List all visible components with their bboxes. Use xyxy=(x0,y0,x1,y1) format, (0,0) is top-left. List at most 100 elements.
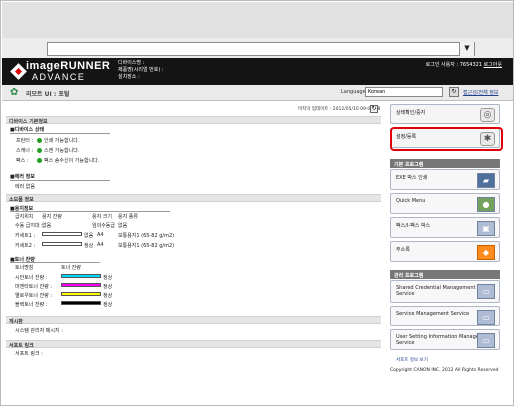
toner-name: 시안토너 잔량 : xyxy=(15,275,48,281)
login-user-text: 로그인 사용자 : 7654321 xyxy=(425,62,482,68)
paper-header-size: 용지 크기 xyxy=(92,214,112,220)
paper-remaining-value: 없음 xyxy=(84,233,94,239)
settings-registration-button[interactable]: 설정/등록 ✱ xyxy=(390,128,500,148)
address-dropdown-icon[interactable]: ▼ xyxy=(459,42,474,56)
toner-header-name: 토너명칭 xyxy=(15,265,34,271)
scanner-status-label: 스캐너 : xyxy=(16,148,34,154)
exe-box-print-item[interactable]: EXE 박스 인쇄 ▰ xyxy=(390,169,500,190)
paper-size-value: A4 xyxy=(97,242,104,248)
paper-size-value: 임의수동급 xyxy=(92,223,116,229)
settings-registration-label: 설정/등록 xyxy=(396,134,417,140)
paper-type-value: 없음 xyxy=(118,223,128,229)
printer-status-label: 프린터 : xyxy=(16,138,34,144)
refresh-icon[interactable]: ↻ xyxy=(370,105,378,113)
device-info: 디바이스명 : 제품명(시리얼 번호) : 설치장소 : xyxy=(118,60,164,81)
toner-status: 정상 xyxy=(103,275,113,281)
support-info-link[interactable]: 서포트 정보 보기 xyxy=(396,357,428,363)
exe-box-print-label: EXE 박스 인쇄 xyxy=(396,175,428,181)
last-updated: 마지막 업데이트 : 2012/05/10 09:00:28 xyxy=(298,107,381,112)
address-book-icon: ◆ xyxy=(477,245,495,260)
paper-size-value: A4 xyxy=(97,232,104,238)
consumables-header: 소모품 정보 xyxy=(6,194,381,203)
paper-level-bar xyxy=(42,242,82,246)
toner-name: 마젠타토너 잔량 : xyxy=(15,284,53,290)
service-icon: ▭ xyxy=(477,310,495,325)
service-management-label: Service Management Service xyxy=(396,311,470,317)
paper-source-label: 카세트1 : xyxy=(15,233,36,239)
language-select[interactable]: Korean xyxy=(365,87,443,97)
paper-header-type: 용지 종류 xyxy=(118,214,138,220)
status-ok-icon xyxy=(37,138,42,143)
user-setting-management-item[interactable]: User Setting Information Management Serv… xyxy=(390,329,500,350)
fax-box-item[interactable]: 팩스/I-팩스 박스 ▣ xyxy=(390,217,500,238)
paper-source-label: 수동 급지대 : xyxy=(15,223,43,229)
brand-subtitle: ADVANCE xyxy=(32,72,86,82)
magenta-toner-bar xyxy=(61,283,101,287)
address-book-item[interactable]: 주소록 ◆ xyxy=(390,241,500,262)
people-icon: ● xyxy=(477,197,495,212)
service-icon: ▭ xyxy=(477,333,495,348)
address-bar[interactable] xyxy=(47,42,475,56)
portal-bar: ✿ 리모트 UI : 포털 Language: Korean ↻ 접근성/전체 … xyxy=(2,85,513,101)
printer-icon: ▰ xyxy=(477,173,495,188)
paper-source-label: 카세트2 : xyxy=(15,243,36,249)
status-ok-icon xyxy=(37,148,42,153)
error-text: 에러 없음 xyxy=(15,184,35,190)
quick-menu-label: Quick Menu xyxy=(396,198,426,204)
notice-header: 게시판 xyxy=(6,316,381,325)
shared-credential-service-item[interactable]: Shared Credential Management Service ▭ xyxy=(390,280,500,303)
divider xyxy=(10,133,110,134)
toner-status: 정상 xyxy=(103,284,113,290)
support-text: 서포트 링크 : xyxy=(15,351,43,357)
status-monitor-label: 상태확인/중지 xyxy=(396,110,426,116)
paper-remaining-value: 정상 xyxy=(84,243,94,249)
toner-header-remaining: 토너 잔량 xyxy=(61,265,81,271)
status-monitor-button[interactable]: 상태확인/중지 ◎ xyxy=(390,104,500,124)
fax-box-label: 팩스/I-팩스 박스 xyxy=(396,223,431,229)
paper-type-value: 보통용지1 (65-82 g/m2) xyxy=(118,243,175,249)
scanner-status-value: 스캔 가능합니다. xyxy=(37,147,79,154)
toner-status: 정상 xyxy=(103,302,113,308)
browser-toolbar xyxy=(2,2,513,38)
location-label: 설치장소 : xyxy=(118,74,140,80)
paper-header-source: 급지위치 xyxy=(15,214,34,220)
notice-text: 시스템 관리자 메시지 : xyxy=(15,328,63,334)
yellow-toner-bar xyxy=(61,292,101,296)
paper-level-bar xyxy=(42,232,82,236)
quick-menu-item[interactable]: Quick Menu ● xyxy=(390,193,500,214)
logout-link[interactable]: 로그아웃 xyxy=(484,62,502,68)
accessibility-link[interactable]: 접근성/전체 정보 xyxy=(463,89,498,96)
management-programs-header: 관리 프로그램 xyxy=(390,270,500,279)
status-ok-icon xyxy=(37,158,42,163)
cyan-toner-bar xyxy=(61,274,101,278)
paper-type-value: 보통용지1 (65-82 g/m2) xyxy=(118,233,175,239)
printer-status-value: 인쇄 가능합니다. xyxy=(37,137,79,144)
toner-name: 옐로우토너 잔량 : xyxy=(15,293,53,299)
sidebar: 상태확인/중지 ◎ 설정/등록 ✱ 기본 프로그램 EXE 박스 인쇄 ▰ Qu… xyxy=(390,102,508,392)
browser-window: ▼ imageRUNNER ADVANCE 디바이스명 : 제품명(시리얼 번호… xyxy=(0,0,514,406)
device-status-title: ■디바이스 상태 xyxy=(10,127,45,133)
divider xyxy=(10,180,110,181)
login-info: 로그인 사용자 : 7654321 로그아웃 xyxy=(426,61,502,68)
fax-status-value: 팩스 송수신이 가능합니다. xyxy=(37,157,99,164)
copyright: Copyright CANON INC. 2012 All Rights Res… xyxy=(390,368,499,373)
paper-header-remaining: 용지 잔량 xyxy=(42,214,62,220)
support-header: 서포트 링크 xyxy=(6,340,381,349)
eye-icon: ◎ xyxy=(480,108,495,122)
address-book-label: 주소록 xyxy=(396,247,410,253)
canon-logo-icon xyxy=(10,63,27,80)
divider xyxy=(10,262,100,263)
error-info-title: ■에러 정보 xyxy=(10,174,35,180)
app-header: imageRUNNER ADVANCE 디바이스명 : 제품명(시리얼 번호) … xyxy=(2,58,513,85)
fax-icon: ▣ xyxy=(477,221,495,236)
divider xyxy=(10,211,170,212)
fax-status-label: 팩스 : xyxy=(16,158,29,164)
portal-icon: ✿ xyxy=(10,87,19,98)
device-name-label: 디바이스명 : xyxy=(118,60,145,66)
gear-icon: ✱ xyxy=(480,132,495,146)
language-label: Language: xyxy=(341,89,368,95)
brand-title: imageRUNNER xyxy=(26,60,111,72)
refresh-icon[interactable]: ↻ xyxy=(449,87,459,97)
basic-programs-header: 기본 프로그램 xyxy=(390,159,500,168)
service-management-item[interactable]: Service Management Service ▭ xyxy=(390,306,500,326)
